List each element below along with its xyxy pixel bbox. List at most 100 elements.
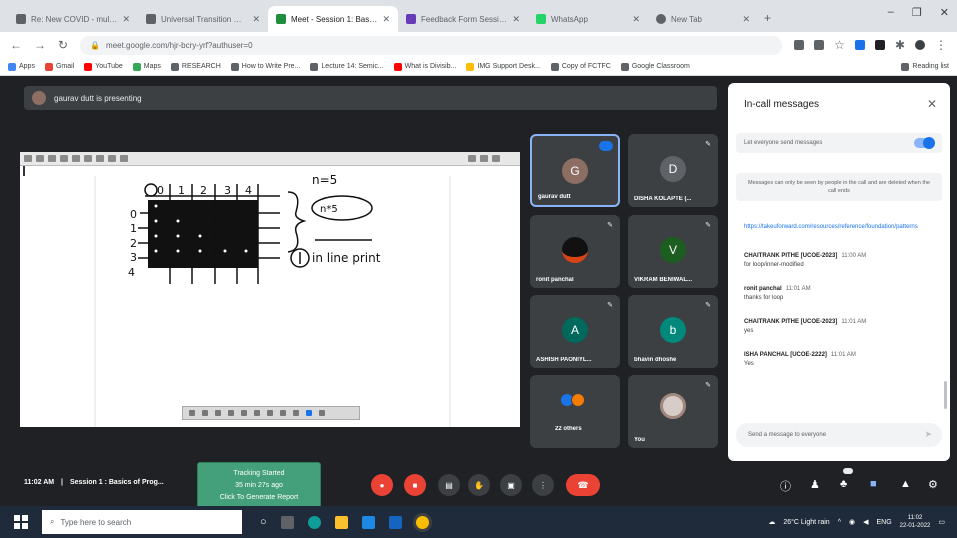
raise-hand-button[interactable]: ✋	[468, 474, 490, 496]
color-icon[interactable]	[306, 410, 312, 416]
bookmark-item[interactable]: Lecture 14: Semic...	[310, 62, 384, 71]
star-icon[interactable]: ☆	[834, 38, 845, 52]
bookmark-item[interactable]: RESEARCH	[170, 62, 221, 71]
weather-text[interactable]: 26°C Light rain	[783, 519, 829, 526]
close-icon[interactable]: ✕	[382, 14, 390, 25]
participant-tile[interactable]: ✎ b bhavin dhoshe	[628, 295, 718, 368]
language-label[interactable]: ENG	[877, 519, 892, 526]
host-controls-icon[interactable]: ⚙	[928, 478, 938, 491]
task-view-icon[interactable]	[280, 515, 294, 529]
tool-icon	[84, 155, 92, 162]
chat-icon[interactable]: ■	[870, 478, 877, 490]
text-icon[interactable]	[254, 410, 260, 416]
puzzle-icon[interactable]: ✱	[895, 38, 905, 52]
menu-icon[interactable]: ⋮	[935, 38, 947, 52]
highlighter-icon[interactable]	[202, 410, 208, 416]
address-bar[interactable]: 🔒 meet.google.com/hjr-bcry-yrf?authuser=…	[80, 35, 783, 55]
message-link[interactable]: https://takeuforward.com/resources/refer…	[744, 223, 940, 231]
browser-tab[interactable]: Re: New COVID - multivalent ✕	[8, 6, 138, 32]
activities-icon[interactable]: ▲	[900, 478, 911, 490]
reading-list[interactable]: Reading list	[901, 62, 949, 71]
bookmark-item[interactable]: Google Classroom	[620, 62, 690, 71]
bookmark-item[interactable]: Apps	[8, 62, 35, 71]
undo-icon[interactable]	[280, 410, 286, 416]
participant-tile[interactable]: G gaurav dutt	[530, 134, 620, 207]
close-window-icon[interactable]: ✕	[940, 6, 949, 19]
browser-tab[interactable]: New Tab ✕	[648, 6, 758, 32]
participant-name: ASHISH PAONIYL...	[536, 357, 592, 363]
info-icon[interactable]: ⓘ	[780, 478, 791, 494]
participant-tile[interactable]: ✎ V VIKRAM BENIWAL...	[628, 215, 718, 288]
minimize-icon[interactable]: –	[888, 6, 894, 19]
panel-scrollbar[interactable]	[944, 381, 947, 409]
line-icon[interactable]	[228, 410, 234, 416]
tray-chevron-icon[interactable]: ^	[838, 519, 841, 526]
back-icon[interactable]: ←	[10, 38, 22, 52]
captions-button[interactable]: ▤	[438, 474, 460, 496]
bookmark-item[interactable]: Gmail	[44, 62, 74, 71]
self-tile[interactable]: ✎ You	[628, 375, 718, 448]
participant-tile[interactable]: ✎ ronit panchal	[530, 215, 620, 288]
extension-icon[interactable]	[874, 40, 885, 50]
bookmark-item[interactable]: How to Write Pre...	[230, 62, 300, 71]
network-icon[interactable]: ◉	[849, 518, 855, 526]
cortana-icon[interactable]: ○	[260, 516, 267, 528]
bookmark-item[interactable]: What is Divisib...	[393, 62, 456, 71]
close-icon[interactable]: ✕	[742, 14, 750, 25]
bookmark-item[interactable]: Copy of FCTFC	[550, 62, 611, 71]
others-tile[interactable]: 22 others	[530, 375, 620, 448]
more-options-button[interactable]: ⋮	[532, 474, 554, 496]
message-input[interactable]: Send a message to everyone ➤	[736, 423, 942, 447]
taskbar-search[interactable]: ⌕ Type here to search	[42, 510, 242, 534]
volume-icon[interactable]: ◀	[863, 518, 868, 526]
mic-toggle-button[interactable]: ●	[371, 474, 393, 496]
browser-toolbar: ← → ↻ 🔒 meet.google.com/hjr-bcry-yrf?aut…	[0, 32, 957, 58]
camera-icon[interactable]	[794, 40, 805, 50]
profile-avatar[interactable]	[915, 40, 925, 50]
weather-icon[interactable]: ☁	[768, 518, 775, 526]
present-button[interactable]: ▣	[500, 474, 522, 496]
bookmark-item[interactable]: IMG Support Desk...	[466, 62, 541, 71]
pen-icon[interactable]	[189, 410, 195, 416]
notifications-icon[interactable]: ▭	[938, 518, 945, 526]
participant-tile[interactable]: ✎ D DISHA KOLAPTE (...	[628, 134, 718, 207]
settings-icon[interactable]	[319, 410, 325, 416]
taskbar-clock[interactable]: 11:02 22-01-2022	[900, 514, 931, 530]
tracking-report-button[interactable]: Tracking Started 35 min 27s ago Click To…	[197, 462, 321, 510]
browser-tab[interactable]: WhatsApp ✕	[528, 6, 648, 32]
people-icon[interactable]: ♟	[810, 478, 820, 491]
edge-icon[interactable]	[307, 515, 321, 529]
eraser-icon[interactable]	[215, 410, 221, 416]
close-icon[interactable]: ✕	[632, 14, 640, 25]
windows-start-icon[interactable]	[14, 515, 28, 529]
new-tab-icon[interactable]: +	[764, 11, 771, 25]
browser-tab[interactable]: Feedback Form Session ✕	[398, 6, 528, 32]
browser-tab-active[interactable]: Meet - Session 1: Basics ✕	[268, 6, 398, 32]
allow-messages-toggle[interactable]	[914, 137, 935, 149]
send-icon[interactable]: ➤	[924, 429, 932, 440]
participant-tile[interactable]: ✎ A ASHISH PAONIYL...	[530, 295, 620, 368]
close-icon[interactable]: ✕	[252, 14, 260, 25]
forward-icon[interactable]: →	[34, 38, 46, 52]
maximize-icon[interactable]: ❐	[912, 6, 922, 19]
close-icon[interactable]: ✕	[512, 14, 520, 25]
bookmark-item[interactable]: YouTube	[84, 62, 123, 71]
share-icon[interactable]	[814, 40, 825, 50]
mic-off-icon: ✎	[705, 302, 711, 309]
mail-icon[interactable]	[388, 515, 402, 529]
close-icon[interactable]: ✕	[927, 97, 937, 111]
browser-tab[interactable]: Universal Transition Group ✕	[138, 6, 268, 32]
camera-toggle-button[interactable]: ■	[404, 474, 426, 496]
store-icon[interactable]	[361, 515, 375, 529]
participants-icon[interactable]: ♣	[840, 478, 847, 490]
arrow-icon[interactable]	[241, 410, 247, 416]
extension-icon[interactable]	[854, 40, 865, 50]
shape-icon[interactable]	[267, 410, 273, 416]
reload-icon[interactable]: ↻	[58, 38, 68, 52]
redo-icon[interactable]	[293, 410, 299, 416]
leave-call-button[interactable]: ☎	[566, 474, 600, 496]
close-icon[interactable]: ✕	[122, 14, 130, 25]
bookmark-item[interactable]: Maps	[132, 62, 161, 71]
chrome-icon[interactable]	[415, 515, 429, 529]
file-explorer-icon[interactable]	[334, 515, 348, 529]
